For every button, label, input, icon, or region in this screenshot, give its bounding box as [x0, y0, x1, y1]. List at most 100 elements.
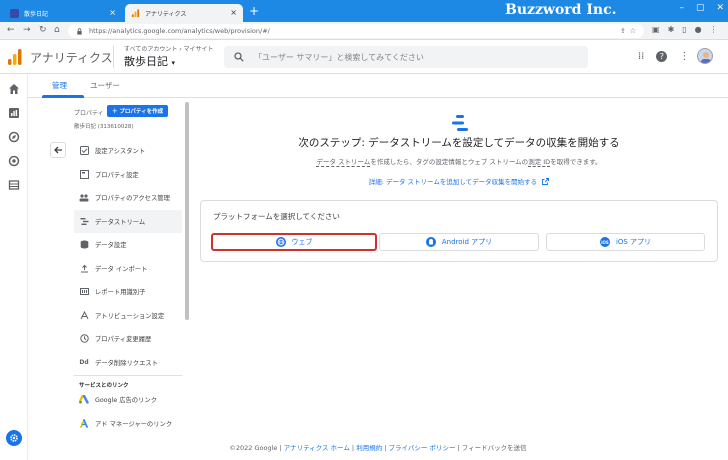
menu-item-google-ads-links[interactable]: Google 広告のリンク: [74, 388, 182, 412]
measurement-id-term[interactable]: 測定 ID: [528, 158, 551, 167]
analytics-favicon-icon: [131, 8, 140, 17]
terms-link[interactable]: 利用規約: [356, 444, 382, 452]
tab-admin[interactable]: 管理: [52, 80, 67, 91]
close-tab-icon[interactable]: ×: [109, 9, 116, 17]
feedback-link[interactable]: フィードバックを送信: [462, 444, 527, 452]
tab-user[interactable]: ユーザー: [90, 80, 120, 91]
menu-item-setup-assistant[interactable]: 設定アシスタント: [74, 139, 182, 163]
create-property-button[interactable]: ＋ プロパティを作成: [107, 105, 169, 117]
data-stream-icon: [452, 115, 468, 131]
property-name: 散歩日記: [124, 55, 168, 68]
page-title: 次のステップ: データストリームを設定してデータの収集を開始する: [298, 137, 620, 149]
browser-tab-bar: 散歩日記 × アナリティクス × + Buzzword Inc. – ▢ ✕: [0, 0, 728, 22]
chevron-down-icon: ▾: [171, 59, 176, 67]
admin-settings-gear-icon[interactable]: [6, 430, 22, 446]
back-button[interactable]: [50, 142, 66, 158]
analytics-home-link[interactable]: アナリティクス ホーム: [284, 444, 350, 452]
tab-underline: [42, 95, 84, 98]
menu-item-reporting-identity[interactable]: レポート用識別子: [74, 280, 182, 304]
menu-item-data-deletion[interactable]: Dd データ削除リクエスト: [74, 351, 182, 375]
property-settings-icon: [79, 169, 89, 179]
help-icon[interactable]: ?: [656, 51, 668, 62]
avatar[interactable]: [697, 48, 713, 64]
forward-arrow-icon[interactable]: →: [23, 25, 31, 36]
breadcrumb[interactable]: すべてのアカウント › マイサイト: [124, 44, 214, 53]
menu-item-data-settings[interactable]: データ設定: [74, 233, 182, 257]
app-title: アナリティクス: [30, 51, 113, 65]
bookmark-star-icon[interactable]: ☆: [630, 27, 636, 35]
ios-platform-button[interactable]: iOS iOS アプリ: [546, 233, 705, 251]
menu-item-label: データ削除リクエスト: [95, 359, 158, 367]
google-ads-icon: [79, 395, 89, 405]
checklist-icon: [79, 146, 89, 156]
property-selector[interactable]: 散歩日記 ▾: [124, 53, 175, 69]
menu-item-data-streams[interactable]: データストリーム: [74, 209, 182, 233]
home-icon[interactable]: [8, 83, 20, 95]
property-menu: 設定アシスタント プロパティ設定 プロパティのアクセス管理 データストリーム デ…: [74, 139, 182, 374]
share-icon[interactable]: ⇪: [620, 27, 626, 35]
explore-icon[interactable]: [8, 131, 20, 143]
apps-grid-icon[interactable]: ⁞⁞: [638, 51, 644, 62]
menu-item-label: プロパティのアクセス管理: [95, 195, 170, 203]
menu-item-label: プロパティ変更履歴: [95, 336, 152, 344]
close-tab-icon[interactable]: ×: [230, 9, 237, 17]
address-bar[interactable]: https://analytics.google.com/analytics/w…: [68, 24, 644, 38]
android-platform-button[interactable]: Android アプリ: [379, 233, 539, 251]
menu-item-access-management[interactable]: プロパティのアクセス管理: [74, 186, 182, 210]
close-window-icon[interactable]: ✕: [716, 3, 724, 13]
extensions-puzzle-icon[interactable]: ✱: [668, 25, 675, 34]
configure-icon[interactable]: [8, 179, 20, 191]
browser-menu-icon[interactable]: ⋮: [710, 25, 718, 34]
property-panel: プロパティ ＋ プロパティを作成 散歩日記 (313610028) 設定アシスタ…: [42, 100, 190, 440]
copyright: ©2022 Google: [229, 444, 278, 452]
app-header: アナリティクス すべてのアカウント › マイサイト 散歩日記 ▾ 「ユーザー サ…: [0, 40, 728, 74]
menu-item-ad-manager-links[interactable]: アド マネージャーのリンク: [74, 412, 182, 436]
people-icon: [79, 193, 89, 203]
menu-item-label: データストリーム: [95, 218, 146, 226]
minimize-icon[interactable]: –: [679, 3, 684, 13]
menu-item-label: 設定アシスタント: [95, 148, 146, 156]
panel-scrollbar[interactable]: [185, 102, 189, 320]
step-description: データ ストリームを作成したら、タグの設定情報とウェブ ストリームの測定 IDを…: [200, 156, 718, 167]
dd-icon: Dd: [79, 358, 89, 366]
ios-label: iOS アプリ: [615, 238, 652, 246]
url-text: https://analytics.google.com/analytics/w…: [89, 27, 270, 35]
browser-tab-active[interactable]: アナリティクス ×: [125, 4, 243, 22]
menu-item-data-import[interactable]: データ インポート: [74, 257, 182, 281]
profile-icon[interactable]: ●: [695, 25, 702, 34]
privacy-link[interactable]: プライバシー ポリシー: [389, 444, 456, 452]
menu-item-change-history[interactable]: プロパティ変更履歴: [74, 327, 182, 351]
extension-icon[interactable]: ▣: [652, 25, 660, 34]
menu-item-label: レポート用識別子: [95, 289, 146, 297]
maximize-icon[interactable]: ▢: [696, 3, 705, 13]
reports-icon[interactable]: [8, 107, 20, 119]
web-platform-button[interactable]: ウェブ: [211, 233, 377, 251]
footer: ©2022 Google | アナリティクス ホーム | 利用規約 | プライバ…: [229, 444, 527, 452]
menu-item-attribution-settings[interactable]: アトリビューション設定: [74, 304, 182, 328]
sidebar-icon[interactable]: ▯: [682, 25, 686, 34]
product-links-menu: Google 広告のリンク アド マネージャーのリンク: [74, 388, 182, 435]
menu-item-property-settings[interactable]: プロパティ設定: [74, 163, 182, 187]
platform-card: プラットフォームを選択してください ウェブ Android アプリ iOS iO…: [200, 200, 718, 262]
admin-tabs: 管理 ユーザー: [28, 74, 728, 98]
browser-tab-title: アナリティクス: [145, 10, 187, 18]
platform-title: プラットフォームを選択してください: [213, 212, 340, 221]
data-stream-term[interactable]: データ ストリーム: [316, 158, 371, 167]
browser-tab[interactable]: 散歩日記 ×: [4, 4, 122, 22]
external-link-icon: [542, 178, 550, 185]
new-tab-icon[interactable]: +: [249, 5, 259, 17]
ios-icon: iOS: [599, 237, 610, 247]
advertising-icon[interactable]: [8, 155, 20, 167]
left-nav-rail: [0, 74, 28, 460]
home-icon[interactable]: ⌂: [54, 25, 60, 36]
back-arrow-icon[interactable]: ←: [7, 25, 15, 36]
learn-more-link[interactable]: 詳細: データ ストリームを追加してデータ収集を開始する: [200, 176, 718, 186]
more-options-icon[interactable]: ⋮: [679, 51, 689, 62]
ad-manager-icon: [79, 418, 89, 428]
identifier-icon: [79, 287, 89, 297]
menu-divider: [74, 375, 182, 376]
reload-icon[interactable]: ↻: [39, 25, 47, 36]
site-favicon-icon: [10, 8, 19, 18]
search-input[interactable]: 「ユーザー サマリー」と検索してみてください: [224, 46, 588, 68]
attribution-icon: [79, 310, 89, 320]
